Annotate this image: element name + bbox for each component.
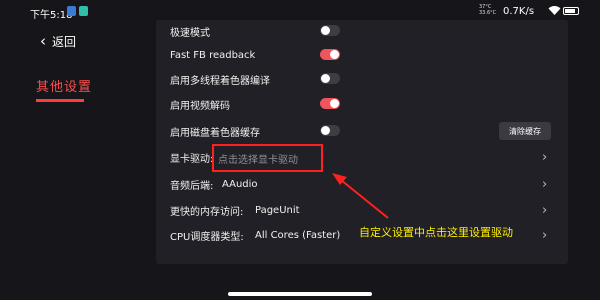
home-indicator[interactable] — [228, 292, 372, 296]
annotation-text: 自定义设置中点击这里设置驱动 — [359, 226, 513, 239]
annotation-arrow — [332, 173, 389, 219]
